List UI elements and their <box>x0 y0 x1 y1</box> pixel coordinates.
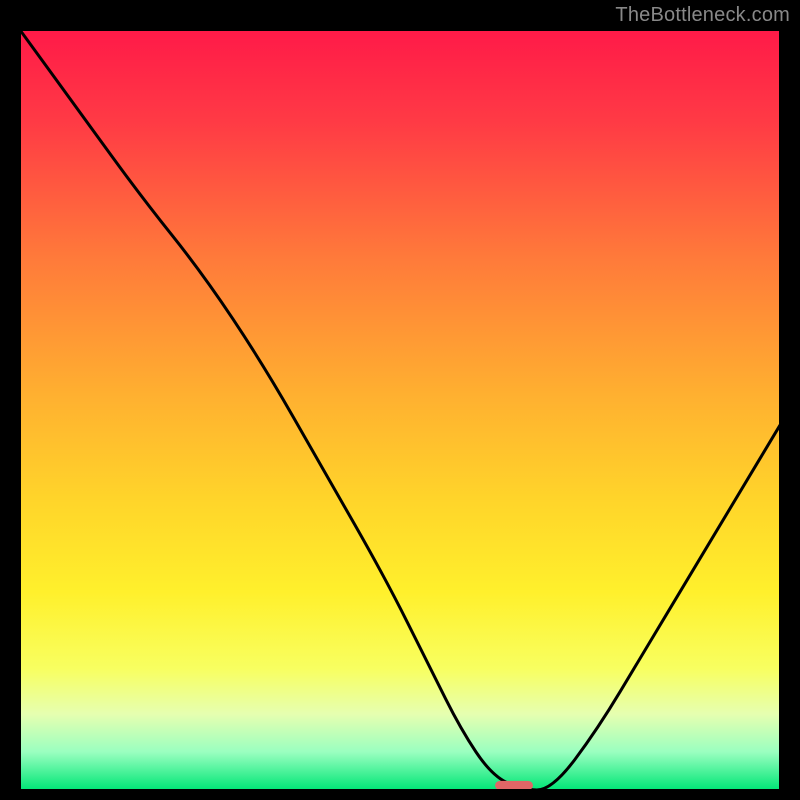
watermark-text: TheBottleneck.com <box>615 4 790 27</box>
optimal-marker <box>495 781 533 790</box>
bottleneck-chart <box>20 30 780 790</box>
plot-background <box>20 30 780 790</box>
chart-outer-frame: TheBottleneck.com <box>0 0 800 800</box>
